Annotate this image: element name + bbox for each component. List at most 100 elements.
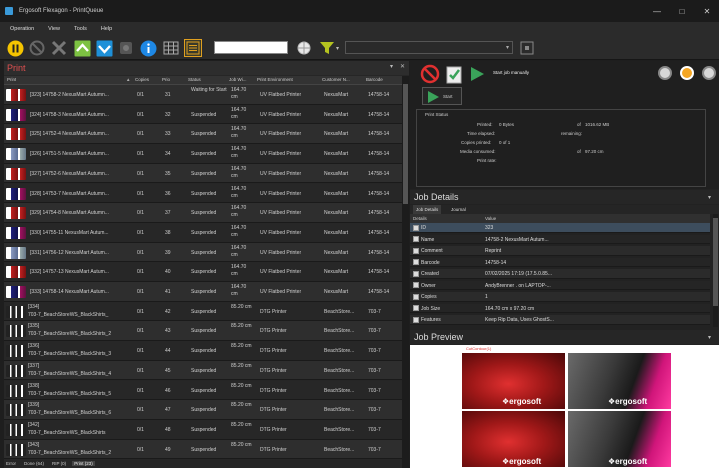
table-row[interactable]: [328] 14753-7 NexusMart Autumn... 0/1 36 Su… [4,183,402,204]
col-prio[interactable]: Prio [162,77,170,82]
table-row[interactable]: [325] 14752-4 NexusMart Autumn... 0/1 33 Su… [4,124,402,145]
job-details-menu-icon[interactable]: ▾ [708,194,711,201]
detail-row[interactable]: Created 07/02/2025 17:19 (17.5.0.85... [410,269,710,279]
table-row[interactable]: [330] 14755-11 NexusMart Autum... 0/1 38 Su… [4,222,402,243]
detail-row[interactable]: Copies 1 [410,292,710,302]
detail-row[interactable]: Features Keep Rip Data, Uses GhostS... [410,315,710,325]
job-copies: 0/1 [137,170,144,177]
start-button[interactable]: Start [422,87,462,105]
job-customer: NexusMart [324,289,349,295]
filter-dropdown-arrow-icon[interactable]: ▾ [336,45,339,52]
start-job-manually-button[interactable] [468,65,486,83]
job-name: [332] 14757-13 NexusMart Autum... [30,269,109,276]
menu-view[interactable]: View [44,26,64,32]
vertical-scrollbar[interactable] [402,76,409,468]
table-row[interactable]: [323] 14758-2 NexusMart Autumn... 0/1 31 Wa… [4,85,402,105]
grid-view-button[interactable] [162,39,180,57]
job-width: 164.70 cm [231,165,247,179]
clipboard-check-icon [446,66,462,84]
info-button[interactable] [139,39,157,57]
search-input[interactable] [214,41,288,54]
delete-button[interactable] [50,39,68,57]
pause-button[interactable] [6,39,24,57]
print-panel: Print ▾ ✕ Print ▲ Copies Prio Status Job… [4,61,409,468]
job-name: [343] [28,441,40,448]
settings-button[interactable] [117,39,135,57]
print-panel-title: Print [4,61,409,75]
job-barcode: 14758-14 [368,151,390,158]
table-row[interactable]: [327] 14752-6 NexusMart Autumn... 0/1 35 Su… [4,163,402,184]
job-priority: 36 [165,190,171,197]
job-name-detail: 703-7_BeachStoreWS_BlackShirts [28,429,106,436]
table-row[interactable]: [343] 703-7_BeachStoreWS_BlackShirts_2 0/1… [4,439,402,460]
table-row[interactable]: [336] 703-7_BeachStoreWS_BlackShirts_3 0/1… [4,341,402,361]
table-row[interactable]: [338] 703-7_BeachStoreWS_BlackShirts_5 0/1… [4,380,402,401]
job-width: 164.70 cm [231,87,247,100]
col-print[interactable]: Print [7,77,16,82]
table-row[interactable]: [324] 14758-3 NexusMart Autumn... 0/1 32 Su… [4,104,402,125]
job-preview-menu-icon[interactable]: ▾ [708,334,711,341]
col-copies[interactable]: Copies [135,77,149,82]
menu-help[interactable]: Help [97,26,116,32]
job-print-environment: DTG Printer [260,348,287,355]
move-down-button[interactable] [95,39,113,57]
detail-row[interactable]: Comment Reprint [410,246,710,256]
col-status[interactable]: Status [188,77,201,82]
job-details-scroll-thumb[interactable] [713,218,718,306]
tab-journal[interactable]: Journal [448,205,469,214]
status-rip[interactable]: RIP (0) [50,461,68,466]
panel-close-icon[interactable]: ✕ [400,63,405,70]
status-error[interactable]: Error [4,461,18,466]
apply-filter-button[interactable] [518,39,536,57]
list-view-button[interactable] [184,39,202,57]
table-row[interactable]: [329] 14754-8 NexusMart Autumn... 0/1 37 Su… [4,203,402,223]
detail-field-icon [413,270,419,277]
table-row[interactable]: [337] 703-7_BeachStoreWS_BlackShirts_4 0/1… [4,360,402,381]
col-print-environment[interactable]: Print Environment [257,77,293,82]
menu-operation[interactable]: Operation [6,26,38,32]
detail-row[interactable]: Job Size 164.70 cm x 97.20 cm [410,303,710,314]
table-row[interactable]: [333] 14758-14 NexusMart Autum... 0/1 41 Su… [4,282,402,302]
panel-menu-icon[interactable]: ▾ [390,63,393,70]
filter-button[interactable] [318,39,336,57]
job-priority: 37 [165,210,171,217]
maximize-button[interactable]: □ [670,0,694,22]
table-row[interactable]: [334] 703-7_BeachStoreWS_BlackShirts_ 0/1 4… [4,301,402,322]
target-button[interactable] [295,39,313,57]
detail-row[interactable]: Barcode 14758-14 [410,257,710,268]
detail-row[interactable]: Owner AndyBrenner . on LAPTOP-... [410,280,710,291]
minimize-button[interactable]: — [645,0,669,22]
check-job-button[interactable] [444,64,464,84]
filter-combo[interactable]: ▾ [345,41,513,54]
col-details[interactable]: Details [413,216,427,221]
col-value[interactable]: Value [485,216,496,221]
print-table-header: Print ▲ Copies Prio Status Job Wi... Pri… [4,76,402,85]
col-job-width[interactable]: Job Wi... [229,77,247,82]
scrollbar-thumb[interactable] [403,84,408,204]
table-row[interactable]: [339] 703-7_BeachStoreWS_BlackShirts_6 0/1… [4,400,402,420]
table-row[interactable]: [332] 14757-13 NexusMart Autum... 0/1 40 Su… [4,262,402,282]
job-preview-canvas[interactable]: CutContour(1) ❖ergosoft ❖ergosoft ❖ergos… [410,345,719,468]
close-button[interactable]: ✕ [695,0,719,22]
job-barcode: 703-7 [368,426,381,433]
menu-tools[interactable]: Tools [70,26,91,32]
detail-row[interactable]: Name 14758-2 NexusMart Autum... [410,234,710,245]
job-print-environment: UV Flatbed Printer [260,249,302,256]
col-barcode[interactable]: Barcode [366,77,383,82]
table-row[interactable]: [335] 703-7_BeachStoreWS_BlackShirts_2 0/1… [4,321,402,342]
status-print[interactable]: Print (23) [72,460,95,466]
block-button[interactable] [28,39,46,57]
detail-row[interactable]: ID 323 [410,223,710,233]
job-width: 164.70 cm [231,106,247,120]
job-details-scrollbar[interactable] [713,214,718,327]
stop-button[interactable] [420,64,440,84]
table-row[interactable]: [342] 703-7_BeachStoreWS_BlackShirts 0/1 48… [4,419,402,440]
job-customer: NexusMart [324,229,349,236]
move-up-button[interactable] [73,39,91,57]
tab-job-details[interactable]: Job Details [413,205,442,214]
col-customer[interactable]: Customer N... [322,77,350,82]
job-print-environment: UV Flatbed Printer [260,131,302,138]
table-row[interactable]: [326] 14751-5 NexusMart Autumn... 0/1 34 Su… [4,144,402,164]
status-done[interactable]: Done (64) [22,461,46,466]
table-row[interactable]: [331] 14756-12 NexusMart Autum... 0/1 39 Su… [4,242,402,263]
